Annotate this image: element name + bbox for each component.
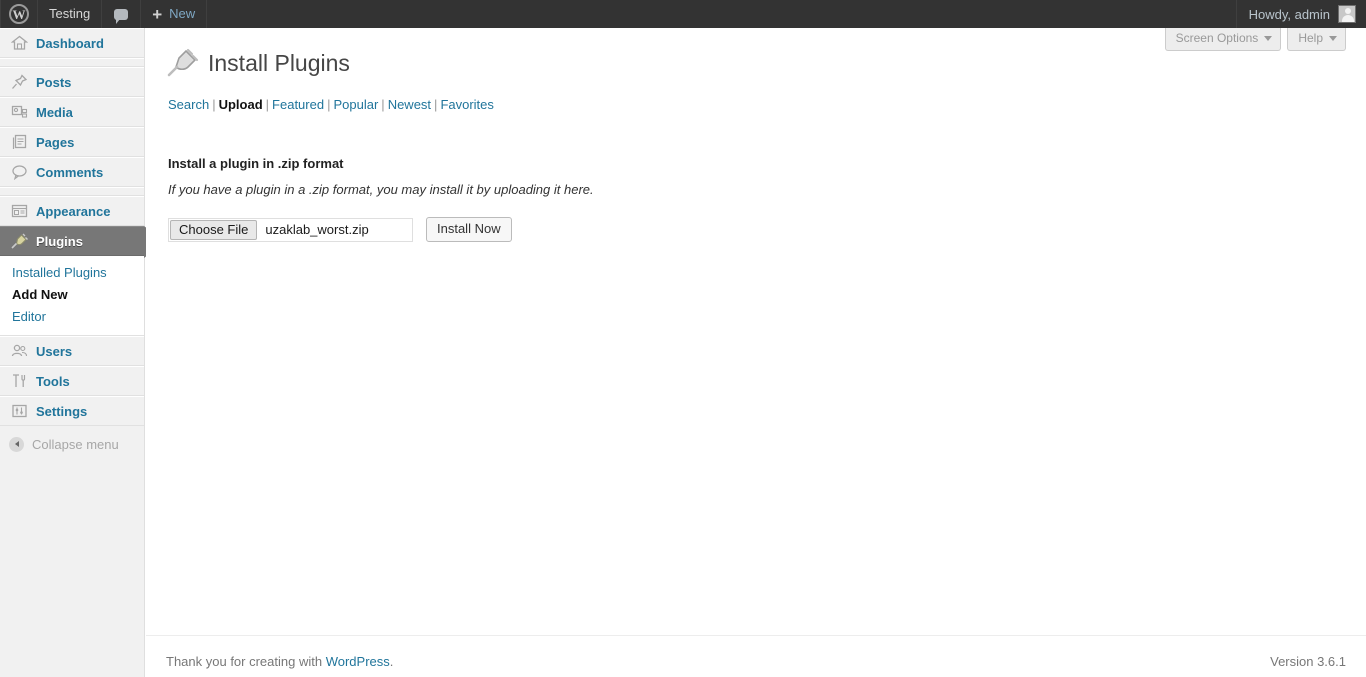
plugin-file-input[interactable]: Choose File uzaklab_worst.zip [168,217,413,242]
sidebar-item-label: Comments [36,164,104,180]
page-title-text: Install Plugins [208,49,350,76]
sidebar-item-appearance[interactable]: Appearance [0,196,144,226]
sidebar-item-users[interactable]: Users [0,336,144,366]
selected-file-name: uzaklab_worst.zip [265,222,369,237]
sidebar-item-posts[interactable]: Posts [0,67,144,97]
tab-search[interactable]: Search [168,97,209,112]
wordpress-logo-icon: W [9,4,29,24]
my-account-menu[interactable]: Howdy, admin [1235,0,1366,28]
sidebar-item-label: Tools [36,373,70,389]
submenu-item-installed-plugins[interactable]: Installed Plugins [0,262,144,284]
collapse-menu-label: Collapse menu [32,436,119,452]
page-wrap: Install Plugins Search | Upload | Featured | P… [146,28,1366,242]
screen-meta-links: Screen Options Help [1164,28,1346,51]
sidebar-item-comments[interactable]: Comments [0,157,144,187]
chevron-down-icon [1264,36,1273,41]
tab-newest[interactable]: Newest [388,97,431,112]
howdy-label: Howdy, admin [1248,6,1330,22]
plugins-plug-icon [9,231,29,251]
media-icon [9,102,29,122]
collapse-menu-button[interactable]: Collapse menu [0,430,144,458]
sidebar-item-label: Posts [36,74,72,90]
tab-favorites[interactable]: Favorites [440,97,493,112]
plugin-plug-icon [166,48,200,78]
sidebar-item-label: Pages [36,134,75,150]
footer-thanks-suffix: . [389,654,394,669]
sidebar-item-label: Dashboard [36,35,104,51]
upload-heading: Install a plugin in .zip format [168,156,344,171]
new-content-menu[interactable]: + New [141,0,208,28]
plugin-upload-form: Choose File uzaklab_worst.zip Install No… [168,217,1346,242]
chevron-down-icon [1329,36,1337,41]
comments-icon [9,162,29,182]
sidebar-item-label: Appearance [36,203,111,219]
help-button[interactable]: Help [1287,28,1346,51]
new-label: New [169,6,196,21]
tools-icon [9,371,29,391]
comment-bubble-icon [114,8,129,24]
sidebar-item-label: Users [36,343,73,359]
pages-icon [9,132,29,152]
tab-upload[interactable]: Upload [219,97,263,112]
choose-file-button[interactable]: Choose File [170,219,258,240]
plus-icon: + [152,4,163,24]
sidebar-item-label: Settings [36,403,88,419]
tab-popular[interactable]: Popular [333,97,378,112]
sidebar-item-settings[interactable]: Settings [0,396,144,426]
sidebar-item-label: Media [36,104,73,120]
sidebar-item-dashboard[interactable]: Dashboard [0,28,144,58]
submenu-item-add-new[interactable]: Add New [0,284,144,306]
footer: Thank you for creating with WordPress. V… [146,635,1366,677]
tab-separator: | [381,97,385,112]
tab-featured[interactable]: Featured [272,97,324,112]
sidebar-item-plugins[interactable]: Plugins [0,226,165,258]
site-name-label: Testing [49,6,91,21]
posts-pin-icon [9,72,29,92]
user-avatar-icon [1338,5,1356,23]
footer-thanks-prefix: Thank you for creating with [166,654,326,669]
help-label: Help [1298,31,1323,45]
wordpress-link[interactable]: WordPress [326,654,390,669]
wordpress-logo-button[interactable]: W [0,0,38,28]
admin-bar: W Testing + New Howdy, admin [0,0,1366,28]
comments-bubble-button[interactable] [102,0,142,28]
screen-options-label: Screen Options [1175,31,1259,45]
menu-separator [0,58,144,67]
plugins-submenu: Installed Plugins Add New Editor [0,256,144,336]
dashboard-home-icon [9,33,29,53]
site-name-menu[interactable]: Testing [38,0,103,28]
settings-icon [9,401,29,421]
users-icon [9,341,29,361]
menu-separator [0,187,144,196]
tab-separator: | [212,97,216,112]
install-now-button[interactable]: Install Now [426,217,512,242]
page-title: Install Plugins [166,48,1346,78]
appearance-icon [9,201,29,221]
sidebar-item-pages[interactable]: Pages [0,127,144,157]
tab-separator: | [265,97,270,112]
sidebar-item-label: Plugins [36,233,83,249]
footer-version: Version 3.6.1 [1270,654,1346,669]
sidebar-item-media[interactable]: Media [0,97,144,127]
screen-options-button[interactable]: Screen Options [1164,28,1282,51]
upload-description: If you have a plugin in a .zip format, y… [168,182,594,197]
content-area: Screen Options Help Install Plugins Sear… [146,28,1366,677]
admin-sidebar-menu: Dashboard Posts Media Pages Comments App… [0,28,165,677]
collapse-arrow-icon [9,436,24,452]
submenu-item-editor[interactable]: Editor [0,306,144,328]
plugin-install-tabs: Search | Upload | Featured | Popular | Newest | Fa… [168,96,1346,114]
sidebar-item-tools[interactable]: Tools [0,366,144,396]
footer-thanks: Thank you for creating with WordPress. [166,654,393,669]
